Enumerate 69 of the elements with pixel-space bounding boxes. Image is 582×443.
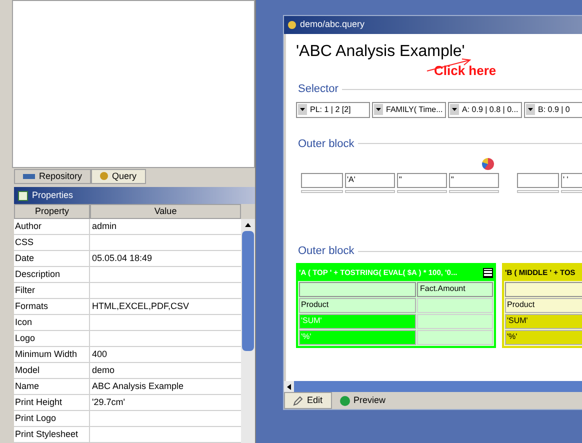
property-cell: Logo [14, 331, 90, 346]
section-label: Outer block [298, 136, 354, 152]
property-cell: Print Height [14, 395, 90, 410]
pie-chart-icon [482, 158, 494, 170]
crosstab-cell: Product [299, 298, 416, 312]
crosstab-cell: '%' [299, 330, 416, 344]
pencil-icon [293, 396, 303, 406]
caret-icon [452, 108, 457, 111]
section-label: Selector [298, 82, 338, 97]
caret-icon [300, 108, 305, 111]
caret-icon [376, 108, 381, 111]
panel-header: Properties [14, 187, 255, 204]
column-header[interactable]: Property [14, 204, 90, 219]
field-underbar [449, 190, 499, 193]
property-cell: Author [14, 219, 90, 234]
property-cell: Date [14, 251, 90, 266]
left-arrow-icon[interactable] [287, 384, 291, 390]
grid-icon [483, 268, 493, 278]
crosstab-cell: 'SUM' [505, 314, 582, 328]
property-cell: CSS [14, 235, 90, 250]
dropdown[interactable]: PL: 1 | 2 [2] [296, 102, 370, 118]
dropdown[interactable]: FAMILY( Time... [372, 102, 446, 118]
property-cell: Formats [14, 299, 90, 314]
value-cell[interactable]: demo [92, 364, 115, 378]
value-cell[interactable]: HTML,EXCEL,PDF,CSV [92, 300, 190, 314]
field-underbar [301, 190, 343, 193]
panel-tab[interactable]: Repository [14, 168, 92, 184]
input-field[interactable] [301, 173, 343, 188]
section-label: Outer block [298, 244, 354, 259]
crosstab-cell: Product [505, 298, 582, 312]
property-cell: Icon [14, 315, 90, 330]
dropdown[interactable]: A: 0.9 | 0.8 | 0... [448, 102, 522, 118]
table-icon [18, 190, 28, 200]
property-cell: Minimum Width [14, 347, 90, 362]
value-cell[interactable]: '29.7cm' [92, 396, 125, 410]
query-heading: 'ABC Analysis Example' [296, 42, 466, 62]
up-arrow-icon[interactable] [245, 223, 252, 227]
crosstab-cell: Fact.Amount [417, 282, 493, 296]
crosstab-cell: '%' [505, 330, 582, 344]
property-cell: Model [14, 363, 90, 378]
input-field[interactable]: ' ' [561, 173, 582, 188]
folder-icon [23, 174, 35, 179]
input-field[interactable]: " [449, 173, 499, 188]
input-field[interactable]: " [397, 173, 447, 188]
value-cell[interactable]: admin [92, 220, 117, 234]
scroll-thumb[interactable] [242, 231, 254, 351]
click-here-label: Click here [434, 64, 498, 77]
field-underbar [517, 190, 559, 193]
property-cell: Print Stylesheet [14, 427, 90, 442]
value-cell[interactable]: 05.05.04 18:49 [92, 252, 152, 266]
property-cell: Print Logo [14, 411, 90, 426]
crosstab-cell: 'SUM' [299, 314, 416, 328]
input-field[interactable]: 'A' [345, 173, 395, 188]
caret-icon [528, 108, 533, 111]
panel-tab[interactable]: Query [91, 168, 146, 184]
column-header[interactable]: Value [90, 204, 242, 219]
editor-title-bar: demo/abc.query [284, 16, 582, 34]
vertical-scrollbar[interactable] [241, 219, 255, 443]
property-cell: Filter [14, 283, 90, 298]
field-underbar [397, 190, 447, 193]
dropdown[interactable]: B: 0.9 | 0 [524, 102, 582, 118]
editor-tab[interactable]: Edit [284, 392, 332, 409]
value-cell[interactable]: 400 [92, 348, 108, 362]
horizontal-scrollbar[interactable] [284, 381, 582, 392]
value-cell[interactable]: ABC Analysis Example [92, 380, 184, 394]
property-cell: Name [14, 379, 90, 394]
property-cell: Description [14, 267, 90, 282]
field-underbar [345, 190, 395, 193]
input-field[interactable] [517, 173, 559, 188]
